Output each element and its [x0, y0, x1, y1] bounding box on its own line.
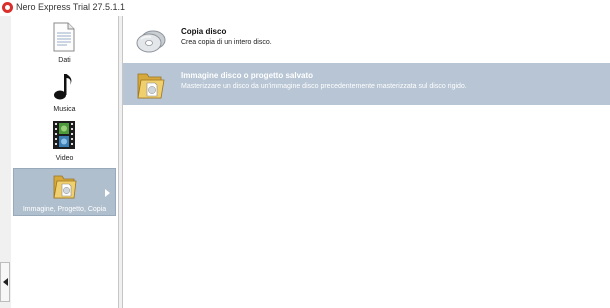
folder-disc-icon — [53, 175, 77, 199]
sidebar-item-immagine-progetto-copia[interactable]: Immagine, Progetto, Copia — [13, 168, 116, 216]
document-icon — [53, 22, 75, 52]
folder-disc-icon — [137, 73, 165, 99]
chevron-left-icon — [3, 278, 8, 286]
window-title: Nero Express Trial 27.5.1.1 — [16, 2, 126, 12]
sidebar-item-label: Musica — [53, 106, 76, 113]
sidebar-item-label: Immagine, Progetto, Copia — [22, 206, 107, 213]
nero-app-icon — [2, 2, 13, 13]
sidebar-item-label: Dati — [58, 57, 71, 64]
task-description: Crea copia di un intero disco. — [181, 39, 272, 46]
task-title: Immagine disco o progetto salvato — [181, 71, 314, 80]
music-note-icon — [54, 74, 72, 100]
sidebar-item-label: Video — [55, 155, 74, 162]
sidebar-item-dati[interactable]: Dati — [13, 20, 116, 68]
sidebar-item-video[interactable]: Video — [13, 118, 116, 166]
task-copia-disco[interactable]: Copia disco Crea copia di un intero disc… — [123, 19, 610, 61]
chevron-right-icon[interactable] — [105, 189, 110, 197]
task-description: Masterizzare un disco da un'immagine dis… — [181, 83, 467, 90]
title-bar: Nero Express Trial 27.5.1.1 — [0, 0, 610, 17]
task-list: Copia disco Crea copia di un intero disc… — [123, 16, 610, 308]
disc-copy-icon — [136, 30, 166, 53]
task-immagine-disco-progetto[interactable]: Immagine disco o progetto salvato Master… — [123, 63, 610, 105]
collapse-sidebar-button[interactable] — [0, 262, 10, 302]
film-icon — [53, 121, 75, 149]
category-sidebar: Dati Musica Video Immagine, Progetto, Co… — [11, 16, 118, 308]
sidebar-item-musica[interactable]: Musica — [13, 69, 116, 117]
task-title: Copia disco — [181, 27, 227, 36]
